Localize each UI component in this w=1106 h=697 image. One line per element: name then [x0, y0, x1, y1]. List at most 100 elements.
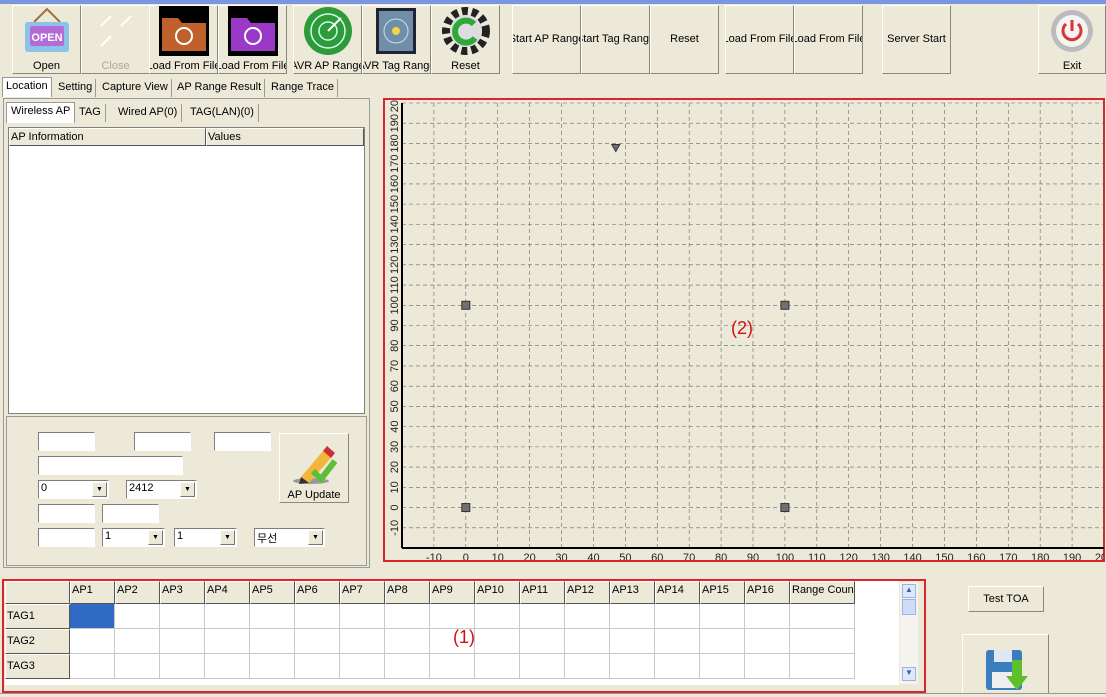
table-cell[interactable]	[250, 629, 295, 654]
table-cell[interactable]	[385, 654, 430, 679]
column-header-values[interactable]: Values	[206, 128, 364, 146]
column-header[interactable]: AP11	[520, 581, 565, 604]
option-a-combo[interactable]: 1 ▼	[102, 528, 165, 547]
column-header[interactable]: AP5	[250, 581, 295, 604]
toolbar-button-start-tag-range[interactable]: Start Tag Range	[581, 5, 650, 74]
toolbar-button-close[interactable]: Close	[81, 5, 150, 74]
subtab-tag-lan-0-[interactable]: TAG(LAN)(0)	[186, 104, 259, 122]
table-cell[interactable]	[250, 654, 295, 679]
toolbar-button-reset[interactable]: Reset	[431, 5, 500, 74]
table-cell[interactable]	[160, 629, 205, 654]
toolbar-button-avr-ap-range[interactable]: AVR AP Range	[293, 5, 362, 74]
table-cell[interactable]	[340, 629, 385, 654]
table-cell[interactable]	[115, 654, 160, 679]
toolbar-button-reset[interactable]: Reset	[650, 5, 719, 74]
table-cell[interactable]	[790, 629, 855, 654]
table-cell[interactable]	[160, 654, 205, 679]
table-cell[interactable]	[70, 629, 115, 654]
chevron-down-icon[interactable]: ▼	[92, 482, 107, 497]
toolbar-button-avr-tag-range[interactable]: AVR Tag Range	[362, 5, 431, 74]
tab-location[interactable]: Location	[2, 77, 52, 97]
toolbar-button-load-from-file[interactable]: Load From File	[149, 5, 218, 74]
table-cell[interactable]	[385, 629, 430, 654]
table-cell[interactable]	[565, 629, 610, 654]
table-cell[interactable]	[205, 654, 250, 679]
table-cell[interactable]	[790, 604, 855, 629]
table-cell[interactable]	[745, 654, 790, 679]
table-cell[interactable]	[745, 604, 790, 629]
table-cell[interactable]	[205, 604, 250, 629]
table-cell[interactable]	[295, 629, 340, 654]
save-button[interactable]	[962, 634, 1049, 694]
row-header[interactable]: TAG2	[5, 629, 70, 654]
tab-ap-range-result[interactable]: AP Range Result	[174, 79, 266, 97]
row-header[interactable]: TAG3	[5, 654, 70, 679]
connection-type-combo[interactable]: 무선 ▼	[254, 528, 325, 547]
table-cell[interactable]	[385, 604, 430, 629]
column-header[interactable]: AP16	[745, 581, 790, 604]
row-header[interactable]: TAG1	[5, 604, 70, 629]
table-cell[interactable]	[295, 604, 340, 629]
table-cell[interactable]	[70, 604, 115, 629]
ap-info-list[interactable]: AP Information Values	[8, 127, 365, 414]
table-cell[interactable]	[295, 654, 340, 679]
table-cell[interactable]	[475, 604, 520, 629]
range-table[interactable]: AP1 AP2 AP3 AP4 AP5 AP6 AP7 AP8 AP9 AP10 AP11 AP12 A…	[5, 581, 899, 685]
toolbar-button-load-from-file[interactable]: Load From File	[794, 5, 863, 74]
column-header[interactable]: AP10	[475, 581, 520, 604]
table-cell[interactable]	[700, 629, 745, 654]
toolbar-button-load-from-file[interactable]: Load From File	[218, 5, 287, 74]
table-cell[interactable]	[475, 629, 520, 654]
ap-update-button[interactable]: AP Update	[279, 433, 349, 503]
table-cell[interactable]	[250, 604, 295, 629]
column-header[interactable]: AP2	[115, 581, 160, 604]
table-cell[interactable]	[475, 654, 520, 679]
channel-combo[interactable]: 0 ▼	[38, 480, 109, 499]
column-header[interactable]: AP13	[610, 581, 655, 604]
tab-setting[interactable]: Setting	[55, 79, 97, 97]
table-cell[interactable]	[70, 654, 115, 679]
column-header[interactable]: AP12	[565, 581, 610, 604]
table-cell[interactable]	[610, 629, 655, 654]
subtab-wireless-ap[interactable]: Wireless AP	[6, 102, 76, 123]
ap-field-3[interactable]	[214, 432, 271, 451]
table-cell[interactable]	[610, 654, 655, 679]
column-header[interactable]: AP14	[655, 581, 700, 604]
chevron-down-icon[interactable]: ▼	[308, 530, 323, 545]
table-cell[interactable]	[655, 629, 700, 654]
table-scrollbar[interactable]: ▲ ▼	[900, 582, 918, 684]
table-cell[interactable]	[520, 629, 565, 654]
chevron-down-icon[interactable]: ▼	[148, 530, 163, 545]
scroll-thumb[interactable]	[902, 599, 916, 615]
tab-capture-view[interactable]: Capture View	[99, 79, 172, 97]
column-header[interactable]: AP1	[70, 581, 115, 604]
toolbar-button-open[interactable]: OPEN Open	[12, 5, 81, 74]
test-toa-button[interactable]: Test TOA	[968, 586, 1044, 612]
table-cell[interactable]	[430, 654, 475, 679]
subtab-wired-ap-0-[interactable]: Wired AP(0)	[114, 104, 183, 122]
scroll-up-icon[interactable]: ▲	[902, 584, 916, 598]
column-header[interactable]: AP6	[295, 581, 340, 604]
exit-button[interactable]: Exit	[1038, 5, 1106, 74]
ap-field-5[interactable]	[38, 504, 95, 523]
table-cell[interactable]	[520, 604, 565, 629]
tab-range-trace[interactable]: Range Trace	[268, 79, 338, 97]
table-cell[interactable]	[790, 654, 855, 679]
table-cell[interactable]	[160, 604, 205, 629]
table-cell[interactable]	[565, 604, 610, 629]
ap-field-4[interactable]	[38, 456, 183, 475]
option-b-combo[interactable]: 1 ▼	[174, 528, 237, 547]
table-cell[interactable]	[520, 654, 565, 679]
scroll-down-icon[interactable]: ▼	[902, 667, 916, 681]
table-cell[interactable]	[610, 604, 655, 629]
ap-field-7[interactable]	[38, 528, 95, 547]
column-header[interactable]: AP3	[160, 581, 205, 604]
table-cell[interactable]	[340, 654, 385, 679]
table-cell[interactable]	[700, 654, 745, 679]
chevron-down-icon[interactable]: ▼	[180, 482, 195, 497]
toolbar-button-server-start[interactable]: Server Start	[882, 5, 951, 74]
table-cell[interactable]	[700, 604, 745, 629]
column-header[interactable]: AP4	[205, 581, 250, 604]
toolbar-button-start-ap-range[interactable]: Start AP Range	[512, 5, 581, 74]
table-cell[interactable]	[205, 629, 250, 654]
